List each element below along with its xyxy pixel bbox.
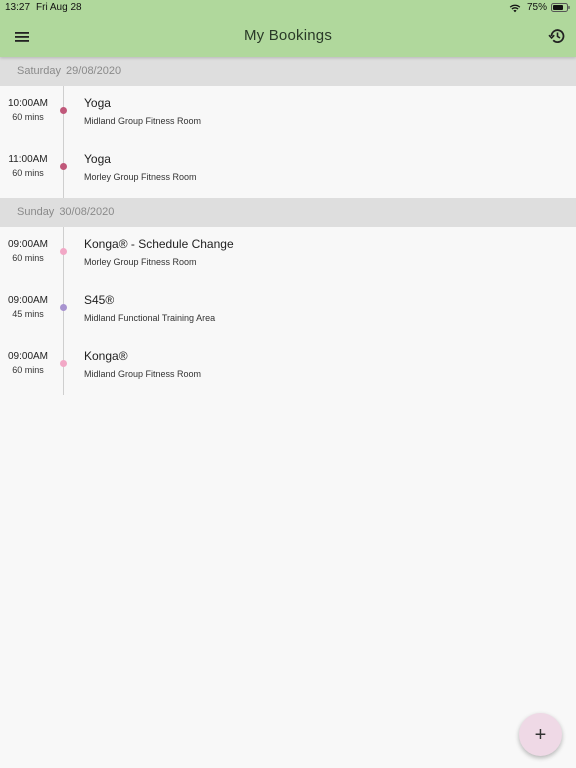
app-header: 13:27 Fri Aug 28 75% My Bookings bbox=[0, 0, 576, 57]
booking-row[interactable]: 10:00AM 60 mins Yoga Midland Group Fitne… bbox=[0, 86, 576, 142]
class-name: Konga® - Schedule Change bbox=[84, 237, 234, 251]
booking-time: 09:00AM bbox=[7, 239, 49, 250]
timeline-dot bbox=[60, 163, 67, 170]
class-location: Midland Group Fitness Room bbox=[84, 116, 202, 126]
booking-time: 09:00AM bbox=[7, 295, 49, 306]
timeline-dot bbox=[60, 107, 67, 114]
timeline-dot bbox=[60, 304, 67, 311]
day-bookings: 09:00AM 60 mins Konga® - Schedule Change… bbox=[0, 227, 576, 395]
day-weekday: Sunday bbox=[17, 206, 55, 218]
status-date: Fri Aug 28 bbox=[36, 2, 82, 13]
status-time: 13:27 bbox=[5, 2, 31, 13]
timeline-dot bbox=[60, 360, 67, 367]
plus-icon: + bbox=[534, 723, 547, 746]
bookings-list: Saturday 29/08/2020 10:00AM 60 mins Yoga … bbox=[0, 57, 576, 395]
class-location: Morley Group Fitness Room bbox=[84, 172, 197, 182]
timeline-dot bbox=[60, 248, 67, 255]
battery-percent: 75% bbox=[526, 2, 547, 13]
class-name: Konga® bbox=[84, 349, 128, 363]
wifi-icon bbox=[509, 4, 521, 12]
class-name: Yoga bbox=[84, 152, 111, 166]
booking-duration: 60 mins bbox=[12, 253, 44, 263]
battery-icon bbox=[551, 3, 570, 12]
booking-time: 10:00AM bbox=[7, 98, 49, 109]
class-location: Morley Group Fitness Room bbox=[84, 257, 197, 267]
class-name: S45® bbox=[84, 293, 115, 307]
booking-duration: 60 mins bbox=[12, 112, 44, 122]
class-location: Midland Group Fitness Room bbox=[84, 369, 202, 379]
class-location: Midland Functional Training Area bbox=[84, 313, 216, 323]
booking-duration: 60 mins bbox=[12, 365, 44, 375]
add-booking-button[interactable]: + bbox=[519, 713, 562, 756]
booking-duration: 45 mins bbox=[12, 309, 44, 319]
day-date: 30/08/2020 bbox=[59, 206, 115, 218]
booking-time: 11:00AM bbox=[8, 154, 48, 165]
booking-row[interactable]: 11:00AM 60 mins Yoga Morley Group Fitnes… bbox=[0, 142, 576, 198]
booking-row[interactable]: 09:00AM 45 mins S45® Midland Functional … bbox=[0, 283, 576, 339]
day-header-sunday: Sunday 30/08/2020 bbox=[0, 198, 576, 227]
status-indicators: 75% bbox=[509, 2, 570, 13]
history-icon[interactable] bbox=[548, 27, 566, 45]
bookings-screen: 13:27 Fri Aug 28 75% My Bookings Saturda… bbox=[0, 0, 576, 768]
day-bookings: 10:00AM 60 mins Yoga Midland Group Fitne… bbox=[0, 86, 576, 198]
page-title: My Bookings bbox=[243, 27, 333, 44]
day-weekday: Saturday bbox=[17, 65, 62, 77]
booking-row[interactable]: 09:00AM 60 mins Konga® - Schedule Change… bbox=[0, 227, 576, 283]
booking-duration: 60 mins bbox=[12, 168, 44, 178]
class-name: Yoga bbox=[84, 96, 111, 110]
day-header-saturday: Saturday 29/08/2020 bbox=[0, 57, 576, 86]
booking-time: 09:00AM bbox=[7, 351, 49, 362]
booking-row[interactable]: 09:00AM 60 mins Konga® Midland Group Fit… bbox=[0, 339, 576, 395]
day-date: 29/08/2020 bbox=[66, 65, 122, 77]
